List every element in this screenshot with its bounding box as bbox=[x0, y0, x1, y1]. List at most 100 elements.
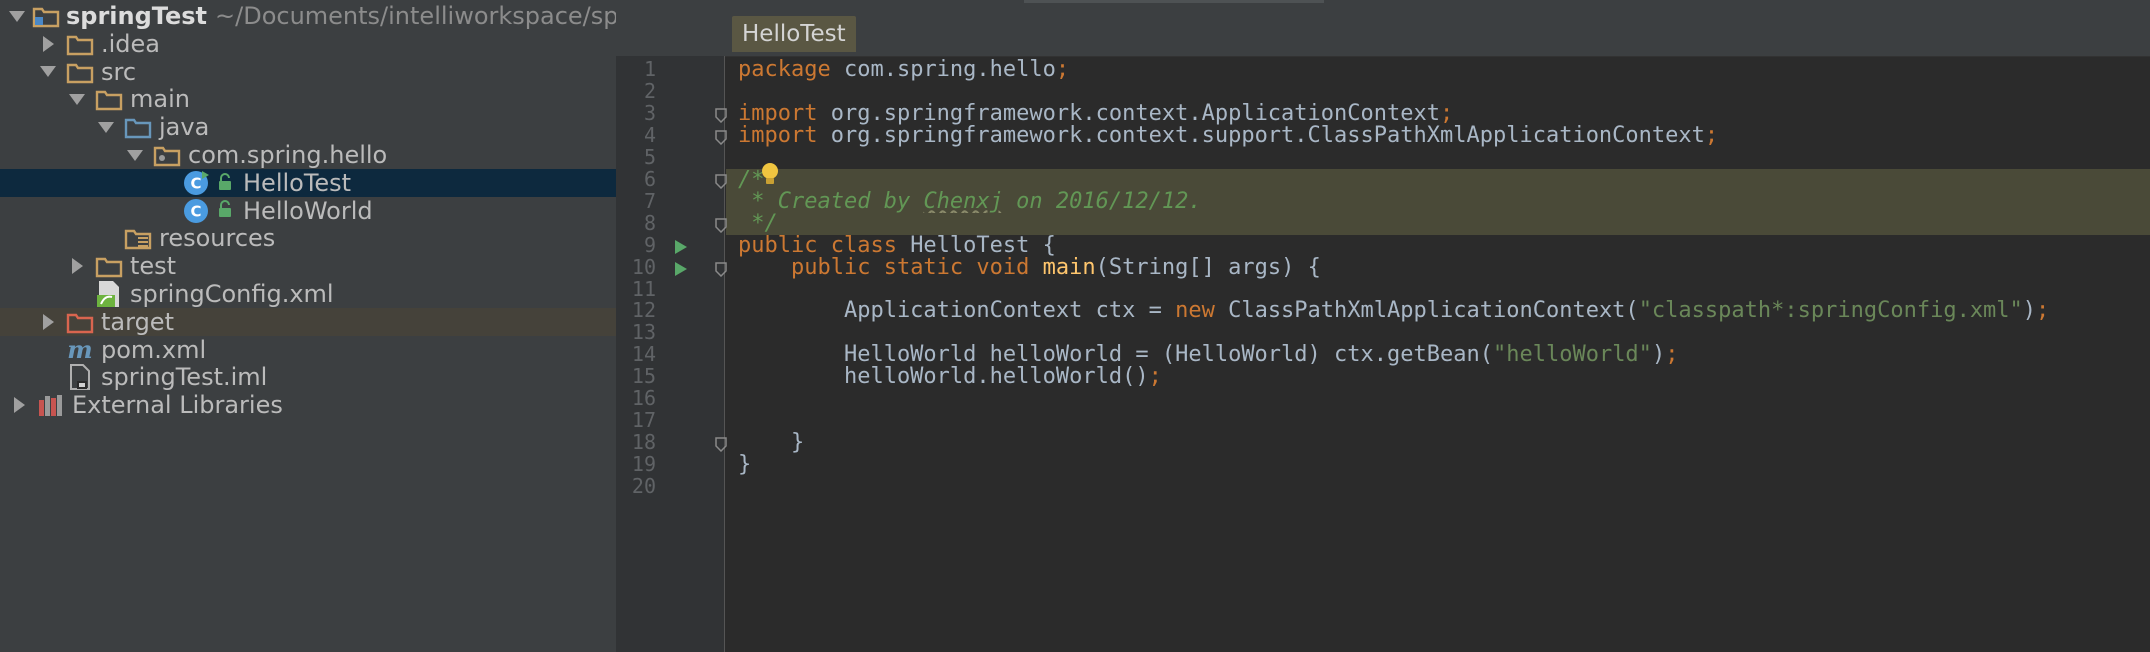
code-line[interactable]: 4 import org.springframework.context.supp… bbox=[616, 122, 2150, 148]
code-text: import org.springframework.context.suppo… bbox=[738, 122, 1719, 148]
run-gutter-icon[interactable] bbox=[674, 238, 690, 256]
expand-arrow-down-icon[interactable] bbox=[95, 116, 117, 138]
tab-hellotest[interactable]: HelloTest bbox=[732, 16, 856, 52]
code-text: ApplicationContext ctx = new ClassPathXm… bbox=[738, 300, 2049, 322]
fold-marker-icon[interactable] bbox=[714, 216, 728, 233]
tree-item-com-spring-hello[interactable]: com.spring.hello bbox=[0, 141, 616, 169]
folder-source-icon bbox=[123, 113, 153, 141]
tree-item-hellotest[interactable]: C HelloTest bbox=[0, 169, 616, 197]
code-line[interactable]: 1 package com.spring.hello; bbox=[616, 57, 2150, 82]
expand-arrow-down-icon[interactable] bbox=[124, 144, 146, 166]
tree-item-helloworld[interactable]: C HelloWorld bbox=[0, 197, 616, 225]
line-number: 4 bbox=[643, 122, 656, 147]
folder-icon bbox=[65, 58, 95, 86]
code-text: public class HelloTest { bbox=[738, 234, 1056, 257]
fold-marker-icon[interactable] bbox=[714, 435, 728, 453]
tree-item-label: src bbox=[101, 57, 137, 86]
tree-item-label: com.spring.hello bbox=[188, 140, 388, 169]
tree-item-label: target bbox=[101, 307, 174, 336]
folder-resources-icon bbox=[123, 224, 153, 252]
tree-item-label: HelloTest bbox=[243, 168, 352, 197]
code-line[interactable]: 3 import org.springframework.context.Appl… bbox=[616, 100, 2150, 125]
unlocked-icon bbox=[217, 172, 235, 193]
code-token: ; bbox=[1665, 342, 1679, 368]
fold-marker-icon[interactable] bbox=[714, 128, 728, 145]
code-token: ; bbox=[2036, 298, 2050, 324]
code-line[interactable]: 11 bbox=[616, 276, 2150, 301]
project-path: ~/Documents/intelliworkspace/sp bbox=[215, 1, 616, 30]
tree-item-springtest[interactable]: springTest ~/Documents/intelliworkspace/s… bbox=[0, 2, 616, 30]
tree-item-external-libraries[interactable]: External Libraries bbox=[0, 391, 616, 419]
line-number: 15 bbox=[631, 364, 656, 389]
code-token: Chenxj bbox=[923, 188, 1003, 214]
code-token: ApplicationContext ctx = bbox=[738, 298, 1176, 324]
code-text: public static void main(String[] args) { bbox=[738, 256, 1321, 279]
line-number: 11 bbox=[631, 276, 656, 301]
code-line[interactable]: 18 } bbox=[616, 430, 2150, 455]
tree-item--idea[interactable]: .idea bbox=[0, 30, 616, 58]
tree-item-test[interactable]: test bbox=[0, 252, 616, 280]
fold-marker-icon[interactable] bbox=[714, 106, 728, 123]
class-runnable-icon: C bbox=[181, 169, 211, 197]
tree-item-label: .idea bbox=[101, 29, 161, 58]
code-line[interactable]: 20 bbox=[616, 475, 2150, 498]
expand-arrow-right-icon[interactable] bbox=[37, 311, 59, 333]
tree-item-label: springTest bbox=[66, 1, 208, 30]
code-token: import bbox=[738, 122, 831, 148]
code-line[interactable]: 14 HelloWorld helloWorld = (HelloWorld) … bbox=[616, 342, 2150, 368]
code-line[interactable]: 16 bbox=[616, 386, 2150, 411]
tree-item-java[interactable]: java bbox=[0, 113, 616, 141]
tree-item-src[interactable]: src bbox=[0, 58, 616, 86]
code-line[interactable]: 17 bbox=[616, 409, 2150, 432]
tree-item-label: External Libraries bbox=[72, 391, 283, 420]
fold-marker-icon[interactable] bbox=[714, 260, 728, 277]
line-number: 8 bbox=[643, 210, 656, 235]
code-text: helloWorld.helloWorld(); bbox=[738, 366, 1162, 388]
line-number: 6 bbox=[643, 166, 656, 191]
line-number: 13 bbox=[631, 320, 656, 345]
line-number: 16 bbox=[631, 386, 656, 411]
fold-marker-icon[interactable] bbox=[714, 172, 728, 189]
code-line[interactable]: 15 helloWorld.helloWorld(); bbox=[616, 364, 2150, 389]
tree-item-label: main bbox=[130, 85, 190, 114]
code-line[interactable]: 2 bbox=[616, 78, 2150, 103]
code-token: ; bbox=[1704, 122, 1719, 148]
code-line[interactable]: 13 bbox=[616, 320, 2150, 345]
code-text: */ bbox=[738, 212, 778, 235]
line-number: 12 bbox=[631, 298, 656, 323]
expand-arrow-down-icon[interactable] bbox=[8, 5, 26, 27]
expand-arrow-down-icon[interactable] bbox=[66, 88, 88, 110]
tree-item-main[interactable]: main bbox=[0, 85, 616, 113]
code-line[interactable]: 8 */ bbox=[616, 210, 2150, 235]
svg-text:C: C bbox=[190, 174, 201, 192]
tree-item-pom-xml[interactable]: m pom.xml bbox=[0, 336, 616, 364]
code-text: import org.springframework.context.Appli… bbox=[738, 102, 1453, 125]
tree-item-springtest-iml[interactable]: springTest.iml bbox=[0, 363, 616, 391]
folder-excluded-icon bbox=[65, 308, 95, 336]
line-number: 18 bbox=[631, 430, 656, 455]
code-line[interactable]: 6/* bbox=[616, 162, 2150, 191]
code-line[interactable]: 10 public static void main(String[] args… bbox=[616, 256, 2150, 279]
tree-item-target[interactable]: target bbox=[0, 308, 616, 336]
project-tree-panel: springTest ~/Documents/intelliworkspace/s… bbox=[0, 0, 616, 652]
code-line[interactable]: 9 public class HelloTest { bbox=[616, 234, 2150, 257]
code-line[interactable]: 5 bbox=[616, 146, 2150, 169]
code-token: ; bbox=[1055, 57, 1070, 82]
class-icon: C bbox=[181, 197, 211, 225]
code-token: ClassPathXmlApplicationContext( bbox=[1228, 298, 1639, 324]
tree-item-springconfig-xml[interactable]: springConfig.xml bbox=[0, 280, 616, 308]
code-line[interactable]: 12 ApplicationContext ctx = new ClassPat… bbox=[616, 298, 2150, 323]
code-line[interactable]: 19} bbox=[616, 453, 2150, 476]
line-number: 3 bbox=[643, 100, 656, 125]
intention-bulb-icon[interactable] bbox=[759, 161, 781, 192]
run-gutter-icon[interactable] bbox=[674, 260, 690, 278]
expand-arrow-down-icon[interactable] bbox=[37, 60, 59, 82]
expand-arrow-right-icon[interactable] bbox=[66, 255, 88, 277]
code-editor[interactable]: HelloTest 1 package com.spring.hello; 2 3 im… bbox=[616, 0, 2150, 652]
xml-spring-icon bbox=[94, 280, 124, 308]
expand-arrow-right-icon[interactable] bbox=[37, 33, 59, 55]
code-line[interactable]: 7 * Created by Chenxj on 2016/12/12. bbox=[616, 188, 2150, 214]
tree-item-resources[interactable]: resources bbox=[0, 224, 616, 252]
line-number: 2 bbox=[643, 78, 656, 103]
expand-arrow-right-icon[interactable] bbox=[8, 394, 30, 416]
